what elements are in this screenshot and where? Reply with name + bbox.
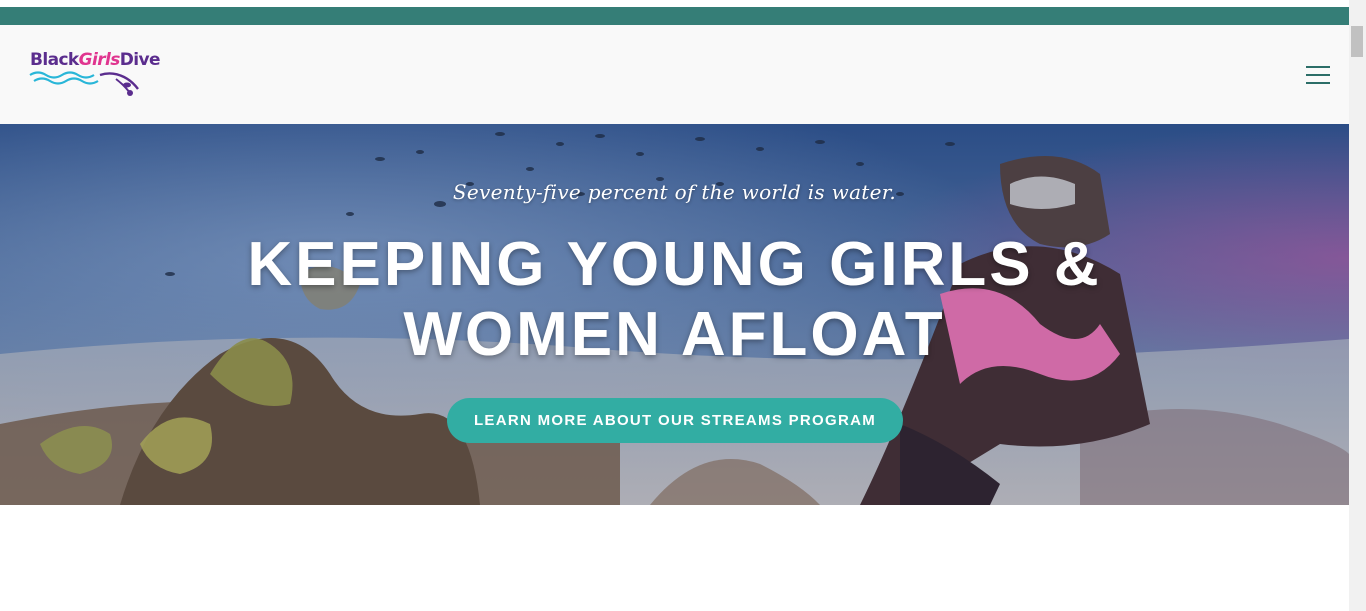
hero-title-line-2: WOMEN AFLOAT bbox=[403, 300, 946, 369]
top-strip bbox=[0, 0, 1349, 7]
logo-text-girls: Girls bbox=[78, 50, 121, 70]
top-announcement-bar bbox=[0, 7, 1349, 25]
site-logo[interactable]: BlackGirlsDive bbox=[28, 49, 168, 99]
hamburger-line bbox=[1306, 82, 1330, 84]
page: BlackGirlsDive Seventy-five percent of t… bbox=[0, 0, 1349, 611]
logo-text-dive: Dive bbox=[119, 50, 161, 70]
logo-diver-waves-icon bbox=[29, 71, 139, 96]
hamburger-menu-icon[interactable] bbox=[1306, 66, 1330, 84]
logo-wordmark: BlackGirlsDive bbox=[30, 49, 161, 71]
hamburger-line bbox=[1306, 74, 1330, 76]
site-header: BlackGirlsDive bbox=[0, 25, 1349, 124]
hero-title: KEEPING YOUNG GIRLS & WOMEN AFLOAT bbox=[0, 230, 1349, 370]
logo-text-black: Black bbox=[30, 50, 79, 70]
page-scrollbar[interactable] bbox=[1349, 0, 1366, 611]
scrollbar-thumb[interactable] bbox=[1351, 26, 1363, 57]
hero-title-line-1: KEEPING YOUNG GIRLS & bbox=[247, 230, 1102, 299]
hamburger-line bbox=[1306, 66, 1330, 68]
hero-section: Seventy-five percent of the world is wat… bbox=[0, 124, 1349, 505]
hero-tagline: Seventy-five percent of the world is wat… bbox=[452, 180, 897, 204]
streams-program-button[interactable]: LEARN MORE ABOUT OUR STREAMS PROGRAM bbox=[447, 398, 903, 443]
